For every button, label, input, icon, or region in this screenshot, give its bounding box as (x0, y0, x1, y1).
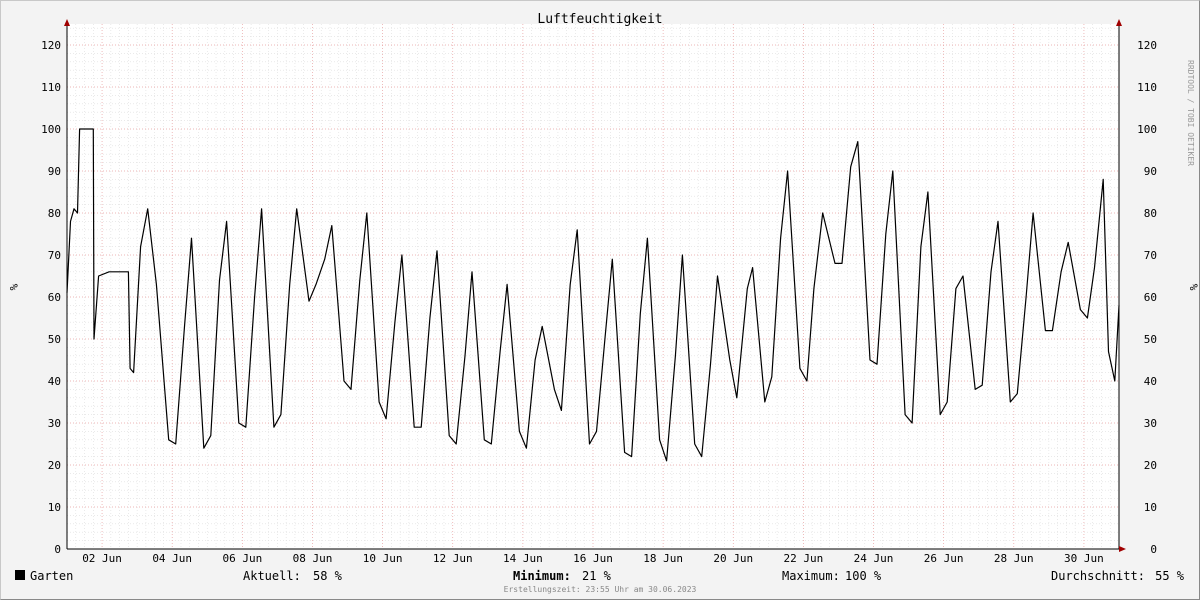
y-tick-label: 50 (48, 333, 61, 346)
y-tick-label-right: 60 (1144, 291, 1157, 304)
legend-avg-value: 55 % (1155, 569, 1185, 583)
y-tick-label-right: 120 (1137, 39, 1157, 52)
footer-timestamp: Erstellungszeit: 23:55 Uhr am 30.06.2023 (504, 585, 697, 594)
y-tick-label: 70 (48, 249, 61, 262)
x-tick-label: 16 Jun (573, 552, 613, 565)
legend-avg-label: Durchschnitt: (1051, 569, 1145, 583)
y-tick-label-right: 80 (1144, 207, 1157, 220)
x-tick-label: 24 Jun (854, 552, 894, 565)
y-tick-label: 120 (41, 39, 61, 52)
y-tick-label: 90 (48, 165, 61, 178)
y-ticks-right: 0 10 20 30 40 50 60 70 80 90 100 110 120 (1137, 39, 1157, 556)
x-tick-label: 28 Jun (994, 552, 1034, 565)
y-tick-label-right: 30 (1144, 417, 1157, 430)
x-tick-label: 18 Jun (643, 552, 683, 565)
y-tick-label-right: 0 (1150, 543, 1157, 556)
chart-title: Luftfeuchtigkeit (537, 12, 662, 27)
y-tick-label-right: 10 (1144, 501, 1157, 514)
y-tick-label-right: 40 (1144, 375, 1157, 388)
legend-swatch-garten (15, 570, 25, 580)
legend-aktuell-value: 58 % (313, 569, 343, 583)
y-axis-arrow-left (64, 19, 70, 26)
y-tick-label: 30 (48, 417, 61, 430)
y-tick-label-right: 90 (1144, 165, 1157, 178)
y-axis-label-left: % (7, 284, 20, 291)
y-tick-label-right: 50 (1144, 333, 1157, 346)
y-ticks-left: 0 10 20 30 40 50 60 70 80 90 100 110 120 (41, 39, 61, 556)
legend-aktuell-label: Aktuell: (243, 569, 301, 583)
watermark: RRDTOOL / TOBI OETIKER (1186, 60, 1195, 166)
y-tick-label: 110 (41, 81, 61, 94)
legend-minimum-label: Minimum: (513, 569, 571, 583)
y-tick-label: 80 (48, 207, 61, 220)
x-tick-label: 20 Jun (713, 552, 753, 565)
y-tick-label-right: 100 (1137, 123, 1157, 136)
x-tick-label: 06 Jun (222, 552, 262, 565)
y-tick-label-right: 20 (1144, 459, 1157, 472)
y-tick-label: 100 (41, 123, 61, 136)
y-tick-label-right: 110 (1137, 81, 1157, 94)
x-tick-label: 10 Jun (363, 552, 403, 565)
humidity-chart: Luftfeuchtigkeit RRDTOOL / TOBI OETIKER … (7, 12, 1200, 594)
x-tick-label: 04 Jun (152, 552, 192, 565)
y-axis-label-right: % (1187, 284, 1200, 291)
x-tick-label: 12 Jun (433, 552, 473, 565)
x-tick-label: 22 Jun (784, 552, 824, 565)
y-tick-label-right: 70 (1144, 249, 1157, 262)
y-tick-label: 60 (48, 291, 61, 304)
x-tick-label: 14 Jun (503, 552, 543, 565)
x-tick-label: 26 Jun (924, 552, 964, 565)
legend-maximum-label: Maximum: (782, 569, 840, 583)
x-tick-label: 30 Jun (1064, 552, 1104, 565)
y-tick-label: 40 (48, 375, 61, 388)
y-tick-label: 10 (48, 501, 61, 514)
legend-maximum-value: 100 % (845, 569, 882, 583)
legend-minimum-value: 21 % (582, 569, 612, 583)
legend-series-name: Garten (30, 569, 73, 583)
y-tick-label: 20 (48, 459, 61, 472)
x-axis-arrow (1119, 546, 1126, 552)
x-tick-label: 02 Jun (82, 552, 122, 565)
y-axis-arrow-right (1116, 19, 1122, 26)
y-tick-label: 0 (54, 543, 61, 556)
x-tick-label: 08 Jun (293, 552, 333, 565)
x-ticks: 02 Jun 04 Jun 06 Jun 08 Jun 10 Jun 12 Jun 14 J… (82, 552, 1104, 565)
